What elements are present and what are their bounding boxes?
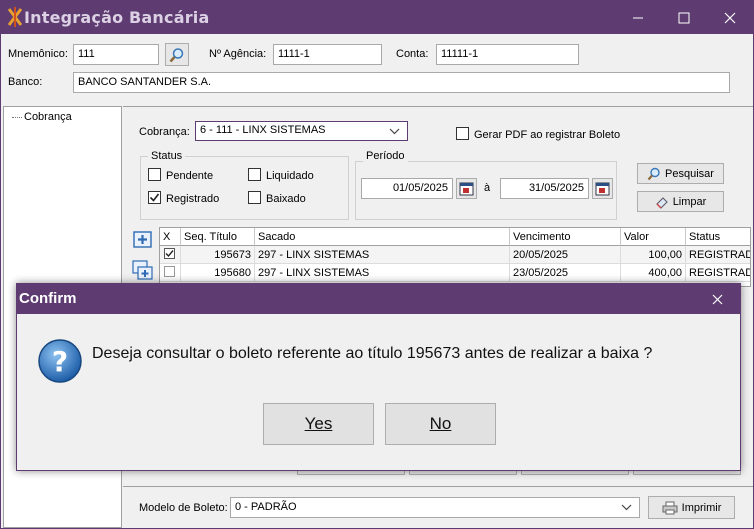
row-status: REGISTRADO (686, 264, 750, 282)
imprimir-button[interactable]: Imprimir (648, 496, 735, 519)
no-button[interactable]: No (385, 403, 496, 445)
dialog-message: Deseja consultar o boleto referente ao t… (92, 345, 653, 362)
date-from-calendar-button[interactable] (456, 178, 477, 199)
row-status: REGISTRADO (686, 246, 750, 264)
baixado-label: Baixado (266, 193, 306, 205)
cobranca-selected-value: 6 - 111 - LINX SISTEMAS (200, 124, 326, 136)
dialog-title: Confirm (19, 290, 77, 307)
grid-header-sacado[interactable]: Sacado (255, 228, 510, 246)
pendente-label: Pendente (166, 170, 214, 182)
liquidado-checkbox[interactable] (248, 168, 261, 181)
row-vencimento: 20/05/2025 (510, 246, 621, 264)
imprimir-label: Imprimir (681, 501, 722, 514)
conta-label: Conta: (396, 48, 429, 60)
chevron-down-icon (621, 504, 632, 511)
date-to-calendar-button[interactable] (592, 178, 613, 199)
agencia-input[interactable]: 1111-1 (273, 44, 382, 65)
magnifier-icon (647, 167, 660, 180)
registrado-label: Registrado (166, 193, 220, 205)
agencia-label: Nº Agência: (209, 48, 267, 60)
dialog-close-button[interactable] (697, 284, 737, 314)
modelo-boleto-value: 0 - PADRÃO (235, 501, 297, 513)
date-to-input[interactable]: 31/05/2025 (500, 178, 589, 199)
row-vencimento: 23/05/2025 (510, 264, 621, 282)
mnemonico-label: Mnemônico: (8, 48, 68, 60)
chevron-down-icon (389, 128, 400, 135)
cobranca-label: Cobrança: (139, 126, 190, 138)
no-label: No (429, 414, 452, 433)
add-multiple-button[interactable] (132, 260, 154, 282)
add-multiple-icon (132, 260, 153, 280)
tree-item-cobranca[interactable]: Cobrança (12, 111, 72, 123)
gerar-pdf-label: Gerar PDF ao registrar Boleto (474, 129, 621, 141)
mnemonico-input[interactable]: 111 (73, 44, 159, 65)
magnifier-icon (169, 47, 184, 62)
minimize-button[interactable] (615, 1, 661, 34)
limpar-label: Limpar (672, 195, 707, 208)
row-checkbox-cell[interactable] (160, 246, 181, 264)
app-logo-icon (7, 7, 23, 30)
svg-text:?: ? (52, 345, 68, 378)
conta-input[interactable]: 11111-1 (436, 44, 579, 65)
grid-header-seq[interactable]: Seq. Título (181, 228, 255, 246)
status-group (140, 156, 349, 220)
grid-header-status[interactable]: Status (686, 228, 750, 246)
close-button[interactable] (707, 1, 753, 34)
tree-item-label: Cobrança (24, 111, 72, 123)
window-title: Integração Bancária (24, 8, 210, 27)
periodo-group-title: Período (363, 150, 408, 162)
row-valor: 100,00 (621, 246, 686, 264)
eraser-icon (655, 196, 668, 209)
add-document-icon (133, 231, 152, 248)
boletos-grid: X Seq. Título Sacado Vencimento Valor St… (159, 227, 751, 287)
cobranca-select[interactable]: 6 - 111 - LINX SISTEMAS (195, 121, 408, 141)
banco-input[interactable]: BANCO SANTANDER S.A. (73, 72, 730, 93)
calendar-icon (459, 182, 474, 196)
grid-header-valor[interactable]: Valor (621, 228, 686, 246)
row-sacado: 297 - LINX SISTEMAS (255, 264, 510, 282)
modelo-boleto-label: Modelo de Boleto: (139, 502, 228, 514)
gerar-pdf-checkbox[interactable] (456, 127, 469, 140)
question-icon: ? (37, 338, 83, 387)
yes-label: Yes (304, 414, 333, 433)
limpar-button[interactable]: Limpar (637, 191, 724, 212)
modelo-boleto-select[interactable]: 0 - PADRÃO (230, 497, 640, 518)
row-sacado: 297 - LINX SISTEMAS (255, 246, 510, 264)
baixado-checkbox[interactable] (248, 191, 261, 204)
status-group-title: Status (148, 150, 186, 162)
minimize-icon (633, 17, 643, 18)
pesquisar-button[interactable]: Pesquisar (637, 163, 724, 184)
checkmark-icon (149, 193, 160, 202)
pendente-checkbox[interactable] (148, 168, 161, 181)
banco-label: Banco: (8, 76, 43, 88)
row-checkbox[interactable] (164, 248, 175, 259)
registrado-checkbox[interactable] (148, 191, 161, 204)
printer-icon (662, 501, 678, 514)
calendar-icon (595, 182, 610, 196)
row-seq: 195673 (181, 246, 255, 264)
close-icon (712, 294, 722, 304)
grid-header-vencimento[interactable]: Vencimento (510, 228, 621, 246)
add-row-button[interactable] (132, 230, 154, 250)
date-separator: à (484, 182, 491, 194)
maximize-icon (678, 12, 690, 23)
close-icon (724, 12, 736, 23)
tree-connector (12, 116, 22, 118)
row-seq: 195680 (181, 264, 255, 282)
liquidado-label: Liquidado (266, 170, 314, 182)
date-from-input[interactable]: 01/05/2025 (361, 178, 453, 199)
maximize-button[interactable] (661, 1, 707, 34)
row-checkbox-cell[interactable] (160, 264, 181, 282)
row-checkbox[interactable] (164, 266, 175, 277)
confirm-dialog: Confirm ? Deseja consultar o boleto refe… (16, 283, 741, 471)
row-valor: 400,00 (621, 264, 686, 282)
mnemonico-search-button[interactable] (165, 43, 189, 66)
grid-header-x[interactable]: X (160, 228, 181, 246)
pesquisar-label: Pesquisar (665, 167, 714, 180)
yes-button[interactable]: Yes (263, 403, 374, 445)
checkmark-icon (165, 250, 174, 258)
dialog-title-bar: Confirm (17, 284, 740, 314)
title-bar: Integração Bancária (1, 1, 753, 34)
